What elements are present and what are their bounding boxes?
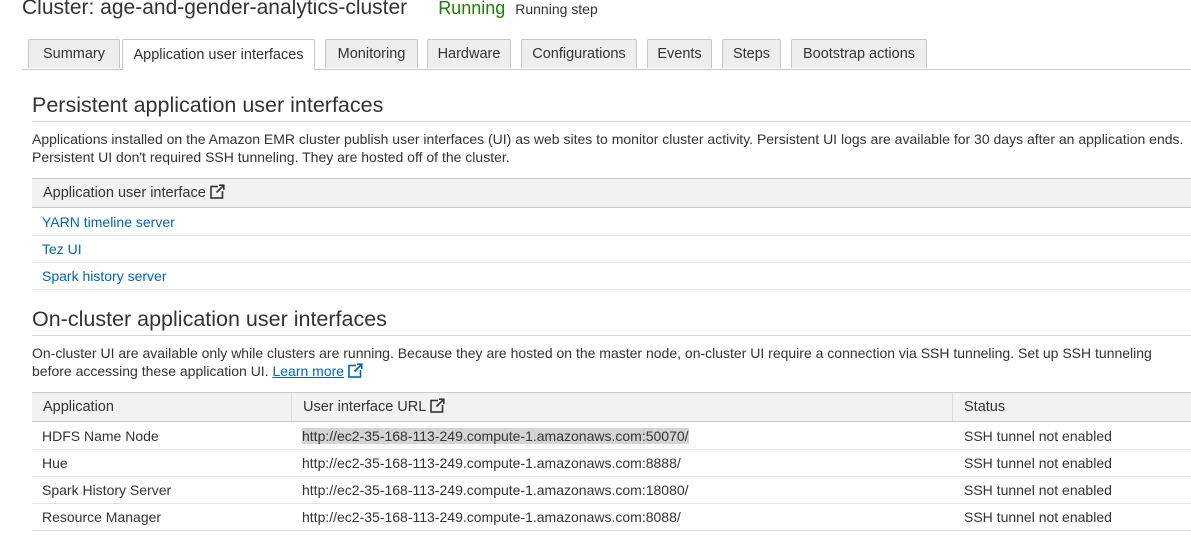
tab-configurations[interactable]: Configurations <box>521 39 637 68</box>
persistent-column-header: Application user interface <box>43 179 225 207</box>
persistent-column-header-label: Application user interface <box>43 185 206 201</box>
cluster-header: Cluster: age-and-gender-analytics-cluste… <box>22 0 598 26</box>
table-row: Hue http://ec2-35-168-113-249.compute-1.… <box>32 450 1191 477</box>
tab-hardware[interactable]: Hardware <box>427 39 511 68</box>
application-url[interactable]: http://ec2-35-168-113-249.compute-1.amaz… <box>302 423 689 449</box>
table-row: Spark History Server http://ec2-35-168-1… <box>32 477 1191 504</box>
application-status: SSH tunnel not enabled <box>964 509 1112 525</box>
tab-summary[interactable]: Summary <box>28 39 120 68</box>
oncluster-section-description: On-cluster UI are available only while c… <box>32 344 1191 382</box>
column-header-url-label: User interface URL <box>303 399 427 415</box>
external-link-icon <box>430 397 446 417</box>
application-name: Resource Manager <box>42 509 162 525</box>
application-url[interactable]: http://ec2-35-168-113-249.compute-1.amaz… <box>302 477 689 503</box>
tab-events[interactable]: Events <box>647 39 712 68</box>
application-name: Spark History Server <box>42 482 172 498</box>
learn-more-link[interactable]: Learn more <box>272 363 344 379</box>
oncluster-section-heading: On-cluster application user interfaces <box>32 307 387 331</box>
external-link-icon[interactable] <box>348 363 364 382</box>
column-header-application: Application <box>43 399 114 415</box>
list-item: Tez UI <box>32 236 1191 263</box>
cluster-status: Running <box>438 0 506 18</box>
oncluster-description-text: On-cluster UI are available only while c… <box>32 345 1152 379</box>
list-item: YARN timeline server <box>32 209 1191 236</box>
application-url-text[interactable]: http://ec2-35-168-113-249.compute-1.amaz… <box>302 428 689 444</box>
tab-monitoring[interactable]: Monitoring <box>325 39 418 68</box>
column-divider <box>952 393 953 421</box>
application-url[interactable]: http://ec2-35-168-113-249.compute-1.amaz… <box>302 504 681 530</box>
application-status: SSH tunnel not enabled <box>964 428 1112 444</box>
application-status: SSH tunnel not enabled <box>964 482 1112 498</box>
column-header-url: User interface URL <box>303 393 446 421</box>
cluster-status-detail: Running step <box>515 1 598 17</box>
spark-history-server-link[interactable]: Spark history server <box>42 263 166 289</box>
persistent-section-heading: Persistent application user interfaces <box>32 93 384 117</box>
table-row: Resource Manager http://ec2-35-168-113-2… <box>32 504 1191 531</box>
persistent-table-header: Application user interface <box>32 178 1191 208</box>
oncluster-section-divider <box>32 335 1191 336</box>
column-divider <box>291 393 292 421</box>
oncluster-table-header: Application User interface URL Status <box>32 392 1191 422</box>
tab-bootstrap-actions[interactable]: Bootstrap actions <box>791 39 927 68</box>
column-header-status: Status <box>964 399 1006 415</box>
persistent-section-divider <box>32 121 1191 122</box>
table-row: HDFS Name Node http://ec2-35-168-113-249… <box>32 423 1191 450</box>
tab-bar: Summary Application user interfaces Moni… <box>22 39 1191 70</box>
tab-steps[interactable]: Steps <box>722 39 781 68</box>
tez-ui-link[interactable]: Tez UI <box>42 236 82 262</box>
application-name: HDFS Name Node <box>42 428 159 444</box>
page-title: Cluster: age-and-gender-analytics-cluste… <box>22 0 408 19</box>
external-link-icon <box>210 183 225 203</box>
persistent-section-description: Applications installed on the Amazon EMR… <box>32 131 1184 165</box>
tab-application-user-interfaces[interactable]: Application user interfaces <box>122 39 315 70</box>
application-url[interactable]: http://ec2-35-168-113-249.compute-1.amaz… <box>302 450 681 476</box>
application-name: Hue <box>42 455 68 471</box>
yarn-timeline-server-link[interactable]: YARN timeline server <box>42 209 175 235</box>
list-item: Spark history server <box>32 263 1191 290</box>
application-status: SSH tunnel not enabled <box>964 455 1112 471</box>
